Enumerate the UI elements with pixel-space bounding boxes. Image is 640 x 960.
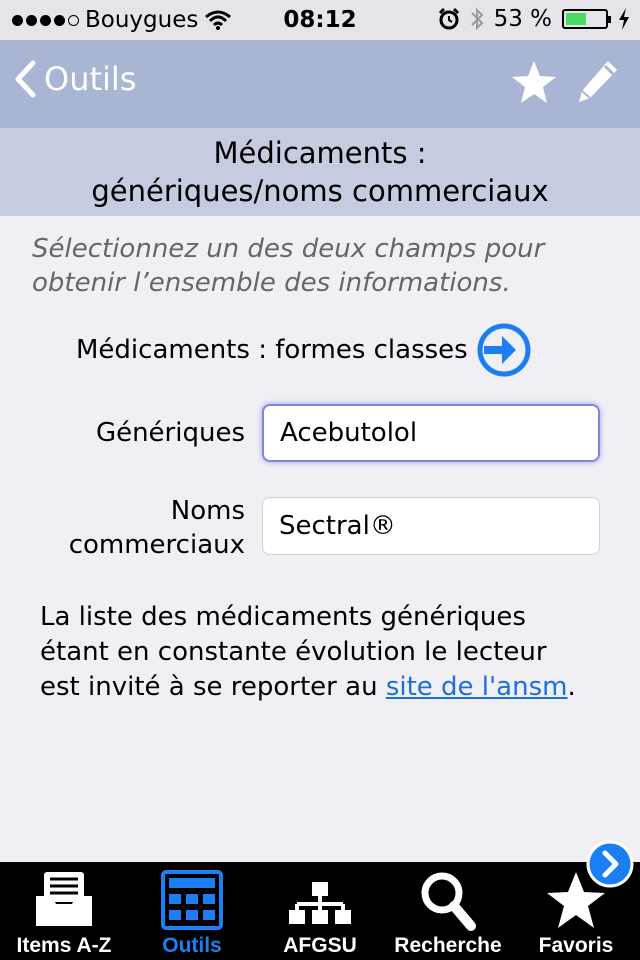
tab-bar: Items A-Z Outils AFGSU Recherche Favoris	[0, 862, 640, 960]
more-chevron-icon[interactable]	[586, 840, 634, 888]
bluetooth-icon	[470, 7, 483, 31]
instructions-line-2: obtenir l’ensemble des informations.	[32, 268, 511, 298]
generic-value: Acebutolol	[280, 418, 418, 448]
tab-label: Outils	[162, 934, 222, 957]
ansm-note: La liste des médicaments génériques étan…	[40, 600, 610, 705]
tab-label: AFGSU	[283, 934, 357, 957]
generic-label: Génériques	[95, 418, 245, 448]
tab-label: Items A-Z	[16, 934, 112, 957]
tab-afgsu[interactable]: AFGSU	[256, 862, 384, 960]
charging-icon	[619, 8, 629, 30]
page-title: Médicaments : génériques/noms commerciau…	[0, 128, 640, 216]
tab-recherche[interactable]: Recherche	[384, 862, 512, 960]
chevron-left-icon	[15, 60, 36, 98]
note-line-1: La liste des médicaments génériques	[40, 602, 526, 632]
commercial-label: Noms commerciaux	[69, 494, 245, 562]
tab-outils[interactable]: Outils	[128, 862, 256, 960]
battery-percent: 53 %	[493, 6, 552, 32]
nav-actions	[510, 58, 620, 106]
title-line-2: génériques/noms commerciaux	[91, 174, 549, 208]
note-line-2: étant en constante évolution le lecteur	[40, 637, 547, 667]
navigation-bar: Outils	[0, 40, 640, 128]
battery-icon	[562, 9, 611, 29]
ansm-link[interactable]: site de l'ansm	[386, 672, 568, 702]
arrow-right-circle-icon[interactable]	[476, 322, 532, 378]
tab-items-a-z[interactable]: Items A-Z	[0, 862, 128, 960]
back-button[interactable]: Outils	[14, 60, 136, 98]
commercial-label-line-2: commerciaux	[68, 530, 245, 560]
commercial-value: Sectral®	[279, 511, 396, 541]
note-line-3-suffix: .	[567, 672, 576, 702]
hierarchy-icon	[289, 882, 351, 924]
pencil-icon[interactable]	[576, 58, 620, 106]
back-label: Outils	[44, 60, 137, 98]
generic-field[interactable]: Acebutolol	[262, 404, 600, 462]
status-bar: Bouygues 08:12 53 %	[0, 0, 640, 40]
commercial-label-line-1: Noms	[170, 496, 245, 526]
note-line-3: est invité à se reporter au site de l'an…	[40, 670, 610, 705]
inbox-icon	[36, 872, 92, 926]
search-icon	[421, 872, 476, 931]
tab-label: Favoris	[538, 934, 614, 957]
battery-fill	[566, 13, 587, 25]
tab-label: Recherche	[394, 934, 502, 957]
star-icon[interactable]	[510, 58, 558, 106]
classes-link-row[interactable]: Médicaments : formes classes	[76, 322, 532, 378]
note-line-3-prefix: est invité à se reporter au	[40, 672, 386, 702]
alarm-icon	[438, 8, 459, 30]
instructions-text: Sélectionnez un des deux champs pour obt…	[32, 232, 622, 300]
title-line-1: Médicaments :	[213, 136, 427, 170]
classes-link-label: Médicaments : formes classes	[76, 335, 468, 365]
commercial-field[interactable]: Sectral®	[262, 497, 600, 555]
calculator-icon	[161, 870, 223, 930]
instructions-line-1: Sélectionnez un des deux champs pour	[32, 234, 545, 264]
status-right-group: 53 %	[438, 6, 630, 32]
